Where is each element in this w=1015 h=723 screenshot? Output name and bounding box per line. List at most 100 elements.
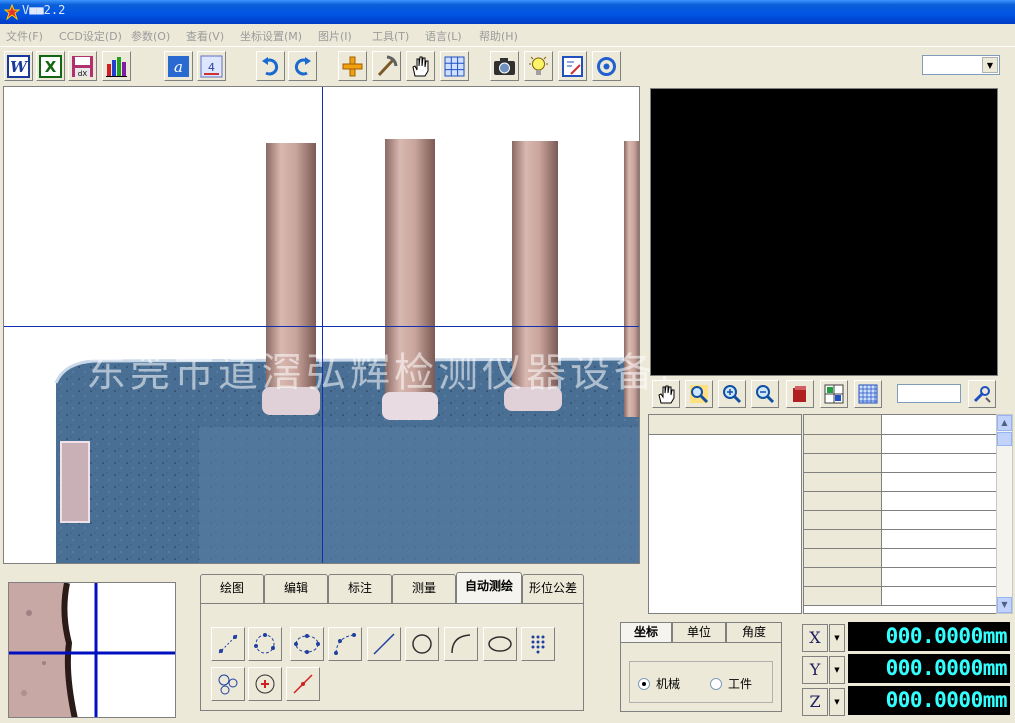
preview-grid-button[interactable] xyxy=(854,380,882,408)
tab-angle[interactable]: 角度 xyxy=(726,622,782,643)
table-row[interactable] xyxy=(804,587,996,606)
menu-coordinate-settings[interactable]: 坐标设置(M) xyxy=(240,28,302,44)
preview-zoom-in-button[interactable] xyxy=(718,380,746,408)
preview-eraser-button[interactable] xyxy=(786,380,814,408)
hand-pan-icon xyxy=(658,385,675,404)
window-title: V■■2.2 xyxy=(22,3,66,17)
table-row[interactable] xyxy=(804,492,996,511)
table-row[interactable] xyxy=(804,530,996,549)
tool-center-point-button[interactable] xyxy=(248,667,282,701)
tool-arc-points-button[interactable] xyxy=(328,627,362,661)
save-dxf-button[interactable]: dX xyxy=(68,51,97,81)
word-export-button[interactable]: W xyxy=(4,51,33,81)
preview-settings-button[interactable] xyxy=(968,380,996,408)
table-row[interactable] xyxy=(804,511,996,530)
hand-pan-icon xyxy=(412,56,429,77)
menu-ccd-settings[interactable]: CCD设定(D) xyxy=(59,28,122,44)
tab-units[interactable]: 单位 xyxy=(672,622,726,643)
radio-machine[interactable]: 机械 xyxy=(638,675,680,692)
tab-coordinates[interactable]: 坐标 xyxy=(620,622,672,643)
undo-button[interactable] xyxy=(256,51,285,81)
table-row[interactable] xyxy=(804,454,996,473)
menu-tools[interactable]: 工具(T) xyxy=(372,28,409,44)
menu-file[interactable]: 文件(F) xyxy=(6,28,43,44)
axis-y-button[interactable]: Y xyxy=(802,656,828,684)
tool-line-button[interactable] xyxy=(367,627,401,661)
tool-dot-matrix-button[interactable] xyxy=(521,627,555,661)
text-style-icon: a xyxy=(168,56,189,77)
redo-icon xyxy=(294,57,311,76)
table-row[interactable] xyxy=(804,435,996,454)
tool-ellipse-button[interactable] xyxy=(483,627,517,661)
chevron-down-icon[interactable]: ▼ xyxy=(829,624,845,652)
menu-image[interactable]: 图片(I) xyxy=(318,28,352,44)
scroll-up-icon[interactable]: ▲ xyxy=(997,415,1012,431)
tool-ellipse-points-button[interactable] xyxy=(290,627,324,661)
redo-button[interactable] xyxy=(288,51,317,81)
radio-workpiece[interactable]: 工件 xyxy=(710,675,752,692)
menu-language[interactable]: 语言(L) xyxy=(425,28,462,44)
statistics-button[interactable] xyxy=(102,51,131,81)
radio-workpiece-indicator[interactable] xyxy=(710,677,722,690)
camera-button[interactable] xyxy=(490,51,519,81)
tab-edit[interactable]: 编辑 xyxy=(264,574,328,603)
pickaxe-icon xyxy=(377,55,398,77)
vertical-scrollbar[interactable]: ▲ ▼ xyxy=(996,414,1013,614)
tool-arc-button[interactable] xyxy=(444,627,478,661)
table-row[interactable] xyxy=(804,568,996,587)
preview-toolbar xyxy=(650,378,1010,410)
preview-zoom-fit-button[interactable] xyxy=(685,380,713,408)
preview-layout-button[interactable] xyxy=(820,380,848,408)
scroll-thumb[interactable] xyxy=(997,432,1012,446)
tab-auto-measure[interactable]: 自动测绘 xyxy=(456,572,522,603)
crosshair-button[interactable] xyxy=(338,51,367,81)
tool-point-line-button[interactable] xyxy=(286,667,320,701)
mini-view-image xyxy=(9,583,175,717)
menu-help[interactable]: 帮助(H) xyxy=(479,28,518,44)
tab-measure[interactable]: 测量 xyxy=(392,574,456,603)
toolbar: W X dX a 4 ▼ xyxy=(0,46,1015,86)
menu-view[interactable]: 查看(V) xyxy=(186,28,224,44)
zoom-field[interactable] xyxy=(897,384,961,403)
tool-circle-points-button[interactable] xyxy=(248,627,282,661)
preview-zoom-out-button[interactable] xyxy=(751,380,779,408)
svg-text:4: 4 xyxy=(208,61,215,74)
tab-annotate[interactable]: 标注 xyxy=(328,574,392,603)
image-edit-button[interactable] xyxy=(558,51,587,81)
tab-geometric-tolerance[interactable]: 形位公差 xyxy=(522,574,584,603)
radio-machine-indicator[interactable] xyxy=(638,677,650,690)
ellipse-points-icon xyxy=(294,634,320,654)
annotation-button[interactable]: 4 xyxy=(197,51,226,81)
measurement-table[interactable] xyxy=(803,414,997,614)
chevron-down-icon[interactable]: ▼ xyxy=(829,656,845,684)
preview-pan-button[interactable] xyxy=(652,380,680,408)
drawing-tool-panel xyxy=(200,603,584,711)
tab-draw[interactable]: 绘图 xyxy=(200,574,264,603)
measurement-list[interactable] xyxy=(648,414,802,614)
table-row[interactable] xyxy=(804,473,996,492)
axis-x-button[interactable]: X xyxy=(802,624,828,652)
camera-view[interactable] xyxy=(3,86,640,564)
menu-parameters[interactable]: 参数(O) xyxy=(131,28,170,44)
light-button[interactable] xyxy=(524,51,553,81)
preview-view[interactable] xyxy=(650,88,998,376)
rotate-button[interactable] xyxy=(592,51,621,81)
scroll-down-icon[interactable]: ▼ xyxy=(997,597,1012,613)
excel-export-button[interactable]: X xyxy=(36,51,65,81)
radio-workpiece-label: 工件 xyxy=(728,677,753,691)
chevron-down-icon[interactable]: ▼ xyxy=(982,57,998,73)
point-icon xyxy=(218,634,238,654)
pickaxe-button[interactable] xyxy=(372,51,401,81)
hand-pan-button[interactable] xyxy=(406,51,435,81)
tool-multi-circle-button[interactable] xyxy=(211,667,245,701)
text-style-button[interactable]: a xyxy=(164,51,193,81)
table-row[interactable] xyxy=(804,549,996,568)
tool-circle-button[interactable] xyxy=(405,627,439,661)
axis-z-button[interactable]: Z xyxy=(802,688,828,716)
arc-points-icon xyxy=(334,633,356,655)
mini-view[interactable] xyxy=(8,582,176,718)
toolbar-select[interactable]: ▼ xyxy=(922,55,1000,75)
chevron-down-icon[interactable]: ▼ xyxy=(829,688,845,716)
tool-point-button[interactable] xyxy=(211,627,245,661)
grid-button[interactable] xyxy=(440,51,469,81)
